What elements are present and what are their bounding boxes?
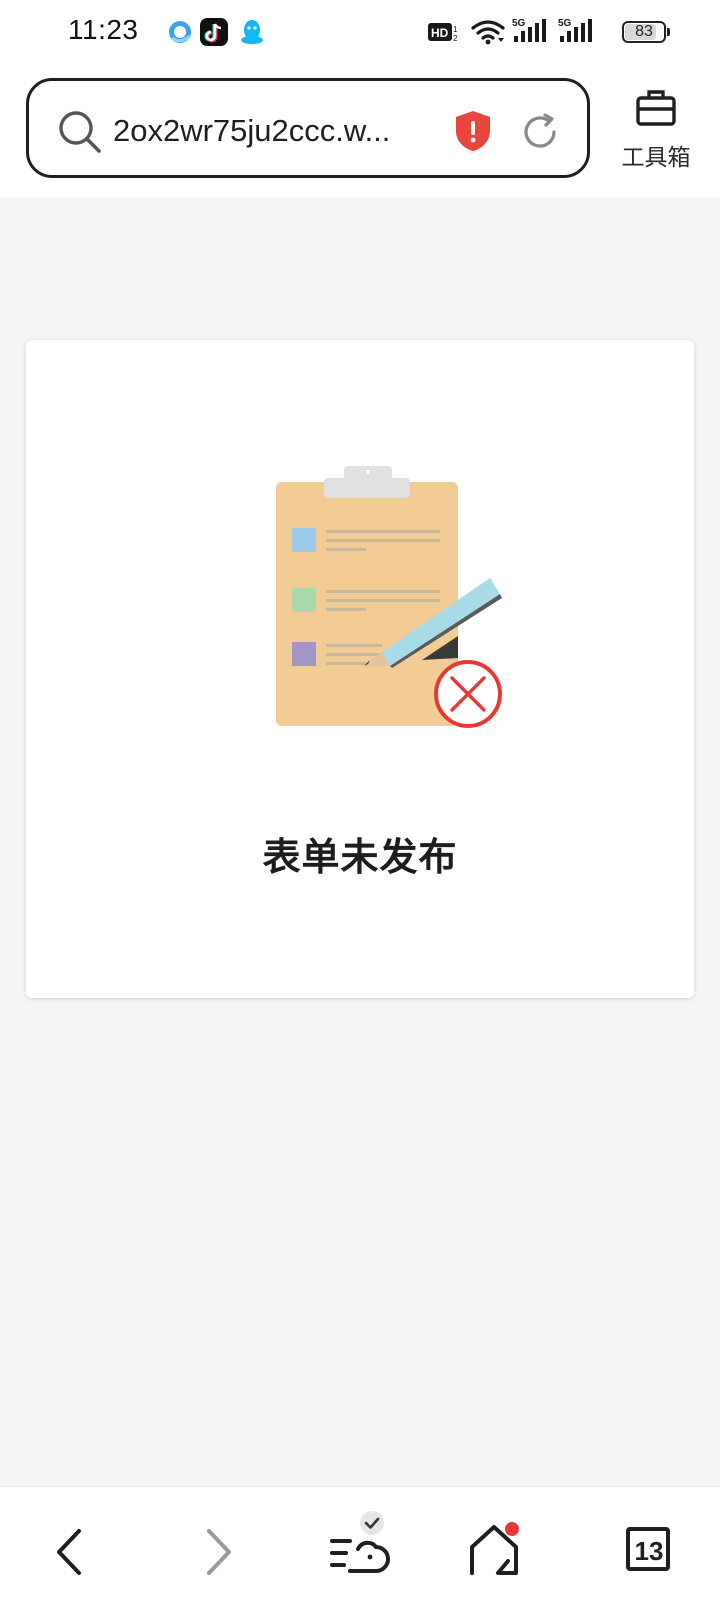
refresh-icon[interactable]: [519, 111, 561, 153]
signal-5g-secondary-icon: 5G: [558, 18, 592, 42]
sync-badge: [360, 1511, 384, 1535]
toolbox-icon: [636, 90, 676, 126]
toolbox-label: 工具箱: [621, 145, 691, 171]
forward-button[interactable]: [172, 1507, 262, 1597]
back-icon: [57, 1529, 81, 1575]
back-button[interactable]: [24, 1507, 114, 1597]
hd-voice-icon: HD 1 2: [428, 23, 458, 43]
battery-indicator: 83: [622, 21, 666, 43]
toolbox-button[interactable]: 工具箱: [612, 86, 700, 176]
home-icon: [470, 1522, 519, 1575]
status-bar: 11:23 HD 1 2 5G 5G 83: [0, 0, 720, 64]
browser-app-icon: [169, 21, 191, 43]
battery-tip: [667, 28, 670, 36]
address-bar[interactable]: 2ox2wr75ju2ccc.w...: [26, 78, 590, 178]
home-button[interactable]: [460, 1507, 550, 1597]
bottom-navigation: 13: [0, 1486, 720, 1613]
reading-mode-button[interactable]: [316, 1507, 406, 1597]
tabs-button[interactable]: 13: [604, 1507, 694, 1597]
form-unpublished-message: 表单未发布: [262, 835, 458, 879]
search-icon[interactable]: [57, 109, 103, 155]
clipboard-error-illustration: [276, 466, 502, 728]
url-text[interactable]: 2ox2wr75ju2ccc.w...: [113, 111, 413, 151]
svg-text:5G: 5G: [558, 18, 572, 29]
reading-mode-icon: [330, 1511, 390, 1573]
wifi-icon: [471, 20, 505, 45]
shield-warning-icon[interactable]: [453, 109, 493, 153]
tiktok-app-icon: [200, 18, 228, 46]
svg-text:1: 1: [453, 25, 458, 34]
error-circle-icon: [434, 660, 502, 728]
svg-text:2: 2: [453, 34, 458, 43]
content-card: 表单未发布: [26, 340, 694, 998]
status-time: 11:23: [68, 14, 139, 45]
qq-app-icon: [241, 20, 263, 44]
forward-icon: [207, 1529, 231, 1575]
svg-text:HD: HD: [431, 26, 449, 40]
browser-header: 2ox2wr75ju2ccc.w... 工具箱: [0, 64, 720, 198]
notification-dot: [505, 1522, 519, 1536]
svg-text:5G: 5G: [512, 18, 526, 29]
tab-count: 13: [634, 1536, 664, 1566]
signal-5g-icon: 5G: [512, 18, 546, 42]
battery-level: 83: [635, 23, 653, 40]
